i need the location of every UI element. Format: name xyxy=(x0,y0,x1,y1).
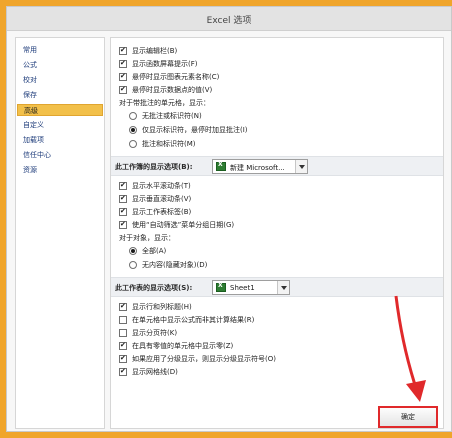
show-vscroll-checkbox[interactable] xyxy=(119,193,127,204)
objects-nothing-label: 无内容(隐藏对象)(D) xyxy=(142,261,208,269)
show-function-tips-checkbox[interactable] xyxy=(119,58,127,69)
comment-indicators-radio[interactable] xyxy=(129,126,137,134)
objects-all-radio[interactable] xyxy=(129,247,137,255)
comments-heading: 对于带批注的单元格，显示： xyxy=(119,99,210,107)
show-zero-label: 在具有零值的单元格中显示零(Z) xyxy=(132,342,234,350)
show-vscroll-label: 显示垂直滚动条(V) xyxy=(132,195,192,203)
show-formula-bar-checkbox[interactable] xyxy=(119,45,127,56)
objects-all-label: 全部(A) xyxy=(142,247,167,255)
show-function-tips-label: 显示函数屏幕提示(F) xyxy=(132,60,198,68)
sheet-section-title: 此工作表的显示选项(S): xyxy=(115,284,193,292)
comment-indicators-label: 仅显示标识符，悬停时加显批注(I) xyxy=(142,126,248,134)
workbook-excel-icon xyxy=(216,161,226,171)
objects-heading: 对于对象，显示： xyxy=(119,234,175,242)
show-chart-element-names-checkbox[interactable] xyxy=(119,71,127,82)
workbook-select[interactable]: 新建 Microsoft... xyxy=(212,159,308,174)
show-zero-checkbox[interactable] xyxy=(119,340,127,351)
show-outline-checkbox[interactable] xyxy=(119,353,127,364)
comment-none-label: 无批注或标识符(N) xyxy=(142,112,202,120)
ok-button[interactable]: 确定 xyxy=(378,406,438,428)
group-dates-checkbox[interactable] xyxy=(119,219,127,230)
sidebar-item-addins[interactable]: 加载项 xyxy=(17,134,103,146)
sidebar-item-proofing[interactable]: 校对 xyxy=(17,74,103,86)
show-formula-bar-label: 显示编辑栏(B) xyxy=(132,47,178,55)
workbook-select-value: 新建 Microsoft... xyxy=(230,164,285,172)
chevron-down-icon[interactable] xyxy=(277,281,289,294)
show-page-breaks-label: 显示分页符(K) xyxy=(132,329,178,337)
sidebar-item-customize[interactable]: 自定义 xyxy=(17,119,103,131)
title-bar: Excel 选项 xyxy=(7,7,451,31)
comment-none-radio[interactable] xyxy=(129,112,137,120)
red-arrow-annotation xyxy=(394,295,426,402)
show-hscroll-label: 显示水平滚动条(T) xyxy=(132,182,191,190)
comment-all-label: 批注和标识符(M) xyxy=(142,140,196,148)
sidebar-item-resources[interactable]: 资源 xyxy=(17,164,103,176)
show-formulas-checkbox[interactable] xyxy=(119,316,127,324)
workbook-display-section: 此工作簿的显示选项(B): 新建 Microsoft... xyxy=(111,156,443,176)
dialog-title: Excel 选项 xyxy=(206,16,252,26)
sidebar-item-trust-center[interactable]: 信任中心 xyxy=(17,149,103,161)
sheet-select-value: Sheet1 xyxy=(230,284,255,292)
show-page-breaks-checkbox[interactable] xyxy=(119,329,127,337)
workbook-section-title: 此工作簿的显示选项(B): xyxy=(115,163,193,171)
objects-nothing-radio[interactable] xyxy=(129,261,137,269)
sidebar-item-formulas[interactable]: 公式 xyxy=(17,59,103,71)
show-data-point-values-label: 悬停时显示数据点的值(V) xyxy=(132,86,213,94)
show-formulas-label: 在单元格中显示公式而非其计算结果(R) xyxy=(132,316,255,324)
show-outline-label: 如果应用了分级显示，则显示分级显示符号(O) xyxy=(132,355,276,363)
show-sheet-tabs-checkbox[interactable] xyxy=(119,206,127,217)
sheet-excel-icon xyxy=(216,282,226,292)
show-data-point-values-checkbox[interactable] xyxy=(119,84,127,95)
show-headers-label: 显示行和列标题(H) xyxy=(132,303,192,311)
show-gridlines-label: 显示网格线(D) xyxy=(132,368,178,376)
sidebar-item-advanced[interactable]: 高级 xyxy=(17,104,103,116)
sheet-select[interactable]: Sheet1 xyxy=(212,280,290,295)
options-sidebar: 常用 公式 校对 保存 高级 自定义 加载项 信任中心 资源 xyxy=(15,37,105,429)
show-hscroll-checkbox[interactable] xyxy=(119,180,127,191)
sidebar-item-save[interactable]: 保存 xyxy=(17,89,103,101)
show-sheet-tabs-label: 显示工作表标签(B) xyxy=(132,208,192,216)
show-gridlines-checkbox[interactable] xyxy=(119,366,127,377)
group-dates-label: 使用“自动筛选”菜单分组日期(G) xyxy=(132,221,235,229)
show-headers-checkbox[interactable] xyxy=(119,301,127,312)
show-chart-element-names-label: 悬停时显示图表元素名称(C) xyxy=(132,73,220,81)
excel-options-window: Excel 选项 常用 公式 校对 保存 高级 自定义 加载项 信任中心 资源 … xyxy=(0,0,452,438)
sidebar-item-popular[interactable]: 常用 xyxy=(17,44,103,56)
chevron-down-icon[interactable] xyxy=(295,160,307,173)
comment-all-radio[interactable] xyxy=(129,140,137,148)
